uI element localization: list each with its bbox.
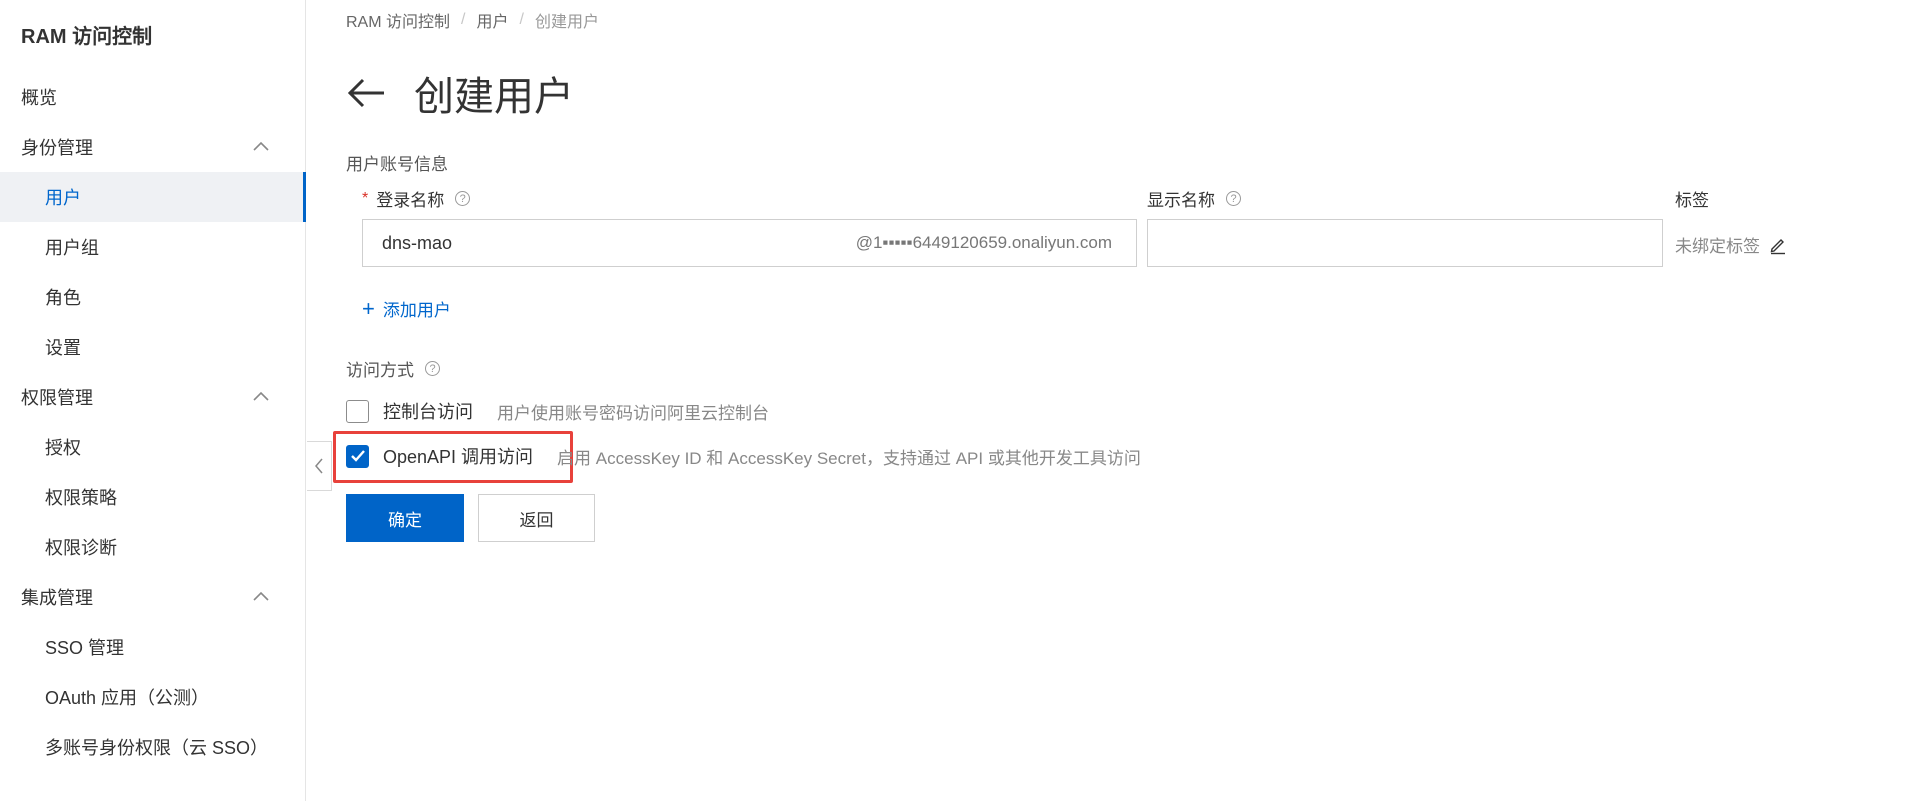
tags-value: 未绑定标签 <box>1675 232 1788 257</box>
access-method-label-text: 访问方式 <box>346 361 414 380</box>
console-access-option[interactable]: 控制台访问 用户使用账号密码访问阿里云控制台 <box>346 398 769 424</box>
sidebar-group-identity[interactable]: 身份管理 <box>0 122 306 172</box>
console-access-desc: 用户使用账号密码访问阿里云控制台 <box>497 403 769 423</box>
required-marker: * <box>362 189 369 207</box>
openapi-access-desc: 启用 AccessKey ID 和 AccessKey Secret，支持通过 … <box>557 448 1141 468</box>
login-name-field[interactable]: dns-mao @1▪▪▪▪▪6449120659.onaliyun.com <box>362 219 1137 267</box>
sidebar-item-label: 用户组 <box>45 238 99 258</box>
sidebar-item-label: 角色 <box>45 288 81 308</box>
back-arrow-icon[interactable] <box>346 77 388 109</box>
edit-pencil-icon[interactable] <box>1768 235 1788 255</box>
sidebar-item-label: OAuth 应用（公测） <box>45 688 210 708</box>
chevron-up-icon <box>253 591 269 601</box>
sidebar-item-label: 身份管理 <box>21 138 93 158</box>
sidebar-item-sso[interactable]: SSO 管理 <box>0 622 306 672</box>
add-user-label: 添加用户 <box>382 301 451 320</box>
chevron-up-icon <box>253 141 269 151</box>
tags-label: 标签 <box>1675 186 1709 211</box>
display-name-label: 显示名称 ? <box>1147 186 1241 211</box>
chevron-left-icon <box>315 458 323 474</box>
help-icon[interactable]: ? <box>1226 191 1241 206</box>
login-name-label: * 登录名称 ? <box>362 186 471 211</box>
openapi-access-checkbox[interactable] <box>346 444 369 468</box>
login-name-value[interactable]: dns-mao <box>363 233 856 254</box>
sidebar-title: RAM 访问控制 <box>21 26 153 48</box>
console-access-checkbox[interactable] <box>346 399 369 423</box>
sidebar-item-label: 设置 <box>45 338 81 358</box>
sidebar-item-label: 用户 <box>45 188 81 208</box>
breadcrumb: RAM 访问控制 / 用户 / 创建用户 <box>346 8 599 32</box>
breadcrumb-item-ram[interactable]: RAM 访问控制 <box>346 8 450 32</box>
sidebar-item-users[interactable]: 用户 <box>0 172 306 222</box>
back-button[interactable]: 返回 <box>478 494 595 542</box>
page-header: 创建用户 <box>346 64 574 122</box>
sidebar-item-settings[interactable]: 设置 <box>0 322 306 372</box>
sidebar-item-diagnosis[interactable]: 权限诊断 <box>0 522 306 572</box>
breadcrumb-separator: / <box>461 11 466 28</box>
add-user-button[interactable]: + 添加用户 <box>362 296 451 321</box>
console-access-label: 控制台访问 <box>383 402 473 422</box>
sidebar-group-integration[interactable]: 集成管理 <box>0 572 306 622</box>
confirm-button[interactable]: 确定 <box>346 494 464 542</box>
sidebar-item-user-groups[interactable]: 用户组 <box>0 222 306 272</box>
sidebar: RAM 访问控制 概览 身份管理 用户 用户组 角色 设置 权限管理 授权 权限… <box>0 0 306 801</box>
sidebar-item-label: 权限诊断 <box>45 538 117 558</box>
plus-icon: + <box>362 295 375 321</box>
display-name-field[interactable] <box>1147 219 1663 267</box>
help-icon[interactable]: ? <box>455 191 471 206</box>
breadcrumb-item-users[interactable]: 用户 <box>476 8 508 32</box>
sidebar-item-oauth[interactable]: OAuth 应用（公测） <box>0 672 306 722</box>
sidebar-item-label: 权限策略 <box>45 488 117 508</box>
sidebar-item-grants[interactable]: 授权 <box>0 422 306 472</box>
section-account-label: 用户账号信息 <box>346 155 448 174</box>
sidebar-item-policies[interactable]: 权限策略 <box>0 472 306 522</box>
breadcrumb-separator: / <box>519 11 524 28</box>
sidebar-item-label: 概览 <box>21 88 57 108</box>
sidebar-item-label: SSO 管理 <box>45 638 125 658</box>
display-name-label-text: 显示名称 <box>1147 191 1215 210</box>
tags-value-text: 未绑定标签 <box>1675 237 1760 256</box>
sidebar-group-permissions[interactable]: 权限管理 <box>0 372 306 422</box>
checkmark-icon <box>350 450 365 462</box>
page-title: 创建用户 <box>414 75 574 119</box>
openapi-access-label: OpenAPI 调用访问 <box>383 447 534 467</box>
login-name-label-text: 登录名称 <box>376 191 445 210</box>
sidebar-item-roles[interactable]: 角色 <box>0 272 306 322</box>
sidebar-item-label: 多账号身份权限（云 SSO） <box>45 738 269 758</box>
sidebar-item-label: 集成管理 <box>21 588 93 608</box>
sidebar-item-label: 权限管理 <box>21 388 93 408</box>
tags-label-text: 标签 <box>1675 191 1709 210</box>
access-method-label: 访问方式 ? <box>346 356 440 381</box>
openapi-access-option[interactable]: OpenAPI 调用访问 启用 AccessKey ID 和 AccessKey… <box>346 443 1141 469</box>
chevron-up-icon <box>253 391 269 401</box>
login-domain-suffix: @1▪▪▪▪▪6449120659.onaliyun.com <box>855 233 1112 252</box>
sidebar-item-label: 授权 <box>45 438 81 458</box>
sidebar-item-cloud-sso[interactable]: 多账号身份权限（云 SSO） <box>0 722 306 772</box>
breadcrumb-item-current: 创建用户 <box>534 14 599 31</box>
sidebar-item-overview[interactable]: 概览 <box>0 72 306 122</box>
help-icon[interactable]: ? <box>425 361 440 376</box>
sidebar-collapse-button[interactable] <box>307 441 332 491</box>
